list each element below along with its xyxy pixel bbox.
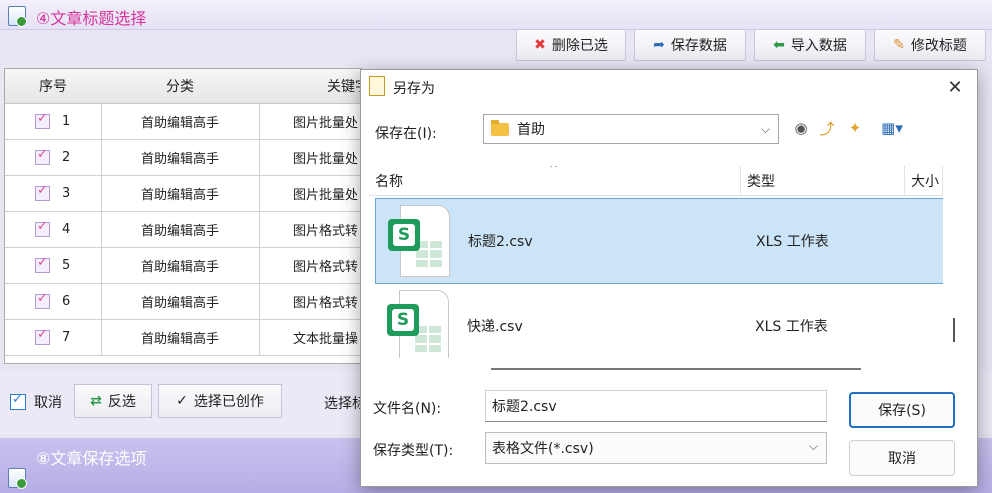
document-icon [8, 468, 27, 489]
save-data-button[interactable]: ➦ 保存数据 [634, 29, 746, 61]
horizontal-scrollbar[interactable] [491, 368, 861, 370]
row-checkbox[interactable] [35, 111, 50, 129]
column-header-category[interactable]: 分类 [101, 69, 260, 104]
file-type-label: 保存类型(T): [373, 443, 454, 459]
sort-up-icon: ^ [549, 166, 559, 175]
table-row[interactable]: 2 首助编辑高手 图片批量处 [5, 139, 361, 176]
column-name[interactable]: 名称 ^ [369, 166, 741, 196]
edit-doc-icon: ✎ [893, 37, 905, 53]
spreadsheet-icon: S [388, 205, 450, 277]
file-row[interactable]: S 标题2.csv XLS 工作表 [375, 198, 943, 284]
vertical-scrollbar[interactable] [953, 318, 955, 342]
import-data-button[interactable]: ⬅ 导入数据 [754, 29, 866, 61]
delete-selected-button[interactable]: ✖ 删除已选 [516, 29, 626, 61]
section-title-save-options: ⑧文章保存选项 [36, 449, 147, 468]
row-checkbox[interactable] [35, 183, 50, 201]
title-grid: 序号 分类 关键字 1 首助编辑高手 图片批量处 2 首助编辑高手 图片批量处 … [4, 68, 362, 364]
checkbox-icon: ✓ [10, 392, 26, 410]
back-icon[interactable]: ◉ [791, 118, 811, 138]
row-checkbox[interactable] [35, 327, 50, 345]
save-arrow-icon: ➦ [653, 37, 665, 53]
table-row[interactable]: 1 首助编辑高手 图片批量处 [5, 103, 361, 140]
column-size[interactable]: 大小 [905, 166, 943, 196]
row-checkbox[interactable] [35, 219, 50, 237]
close-icon[interactable]: ✕ [943, 76, 967, 98]
invert-icon: ⇄ [90, 393, 102, 409]
spreadsheet-icon: S [387, 290, 449, 358]
cancel-select-checkbox[interactable]: ✓ 取消 [10, 392, 62, 412]
document-icon [8, 6, 27, 27]
view-menu-icon[interactable]: ▦▾ [875, 118, 909, 138]
save-button[interactable]: 保存(S) [849, 392, 955, 428]
file-name-input[interactable]: 标题2.csv [485, 390, 827, 422]
select-created-button[interactable]: ✓ 选择已创作 [158, 384, 282, 418]
dialog-title: 另存为 [393, 81, 435, 97]
column-type[interactable]: 类型 [741, 166, 905, 196]
delete-x-icon: ✖ [534, 37, 546, 53]
section-header-title-select [0, 0, 992, 30]
row-checkbox[interactable] [35, 291, 50, 309]
row-checkbox[interactable] [35, 255, 50, 273]
invert-selection-button[interactable]: ⇄ 反选 [74, 384, 152, 418]
file-type-dropdown[interactable]: 表格文件(*.csv) ⌵ [485, 432, 827, 464]
save-as-dialog: 另存为 ✕ 保存在(I): 首助 ⌵ ◉ ⤴ ✦ ▦▾ 名称 ^ 类型 大小 S… [360, 69, 978, 487]
column-header-no[interactable]: 序号 [5, 69, 102, 104]
new-folder-icon[interactable]: ✦ [845, 118, 865, 138]
table-row[interactable]: 3 首助编辑高手 图片批量处 [5, 175, 361, 212]
save-in-label: 保存在(I): [375, 126, 437, 142]
table-row[interactable]: 7 首助编辑高手 文本批量操 [5, 319, 361, 356]
table-row[interactable]: 6 首助编辑高手 图片格式转 [5, 283, 361, 320]
up-folder-icon[interactable]: ⤴ [817, 118, 837, 138]
column-header-keyword[interactable]: 关键字 [259, 69, 361, 104]
checkmark-icon: ✓ [176, 393, 188, 409]
file-list: 名称 ^ 类型 大小 S 标题2.csv XLS 工作表 S 快递.csv XL… [369, 166, 943, 358]
save-in-dropdown[interactable]: 首助 ⌵ [483, 114, 779, 144]
table-row[interactable]: 5 首助编辑高手 图片格式转 [5, 247, 361, 284]
file-row[interactable]: S 快递.csv XLS 工作表 [375, 284, 943, 358]
row-checkbox[interactable] [35, 147, 50, 165]
section-title: ④文章标题选择 [36, 9, 147, 28]
edit-title-button[interactable]: ✎ 修改标题 [874, 29, 986, 61]
file-name-label: 文件名(N): [373, 401, 442, 417]
table-row[interactable]: 4 首助编辑高手 图片格式转 [5, 211, 361, 248]
cancel-button[interactable]: 取消 [849, 440, 955, 476]
chevron-down-icon: ⌵ [760, 122, 770, 136]
chevron-down-icon: ⌵ [808, 439, 818, 453]
save-as-icon [369, 76, 385, 96]
import-arrow-icon: ⬅ [773, 37, 785, 53]
folder-icon [491, 119, 509, 136]
